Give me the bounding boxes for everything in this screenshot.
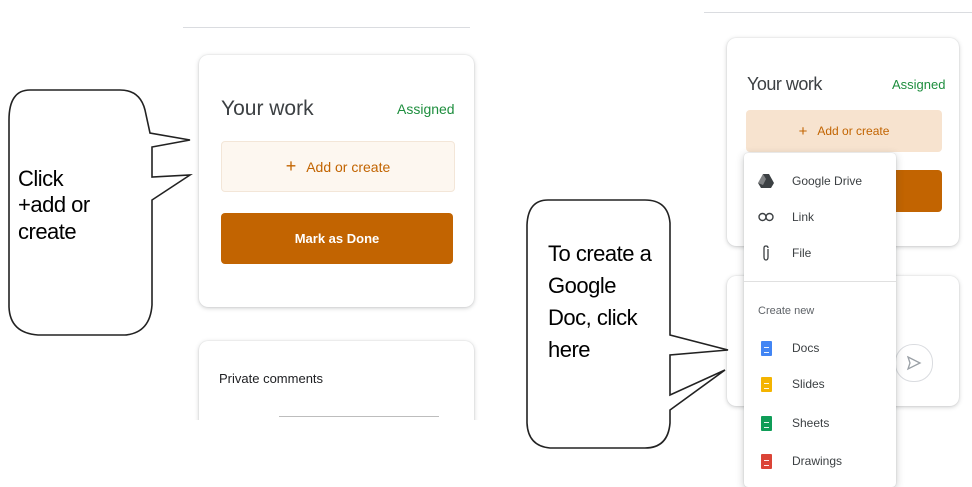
callout-text-right: To create a Google Doc, click here <box>548 241 652 362</box>
menu-item-slides[interactable]: Slides <box>744 366 896 402</box>
menu-item-label: Drawings <box>792 454 843 468</box>
menu-item-label: Google Drive <box>792 174 863 188</box>
add-or-create-label-right: Add or create <box>817 124 890 138</box>
menu-item-sheets[interactable]: Sheets <box>744 405 896 441</box>
sheets-icon <box>758 414 774 432</box>
menu-item-label: Link <box>792 210 815 224</box>
your-work-title-right: Your work <box>747 74 822 94</box>
private-comments-label: Private comments <box>219 371 324 386</box>
menu-item-label: Docs <box>792 341 820 355</box>
status-badge: Assigned <box>397 101 455 117</box>
your-work-title: Your work <box>221 97 314 120</box>
plus-icon: + <box>285 156 297 176</box>
google-drive-icon <box>758 172 774 190</box>
comment-input-line[interactable] <box>279 416 439 417</box>
drawings-icon <box>758 452 774 470</box>
status-badge-right: Assigned <box>892 77 946 92</box>
mark-as-done-label: Mark as Done <box>294 231 380 246</box>
menu-item-label: Slides <box>792 377 825 391</box>
menu-item-drawings[interactable]: Drawings <box>744 443 896 479</box>
menu-item-file[interactable]: File <box>744 235 896 271</box>
send-button[interactable] <box>895 344 933 382</box>
menu-item-label: File <box>792 246 812 260</box>
add-or-create-button-right[interactable]: + Add or create <box>746 110 942 152</box>
add-or-create-button[interactable]: + Add or create <box>221 141 455 192</box>
slides-icon <box>758 375 774 393</box>
callout-text-left: Click +add or create <box>18 166 90 244</box>
add-or-create-label: Add or create <box>306 158 391 175</box>
link-icon <box>758 208 774 226</box>
menu-item-label: Sheets <box>792 416 830 430</box>
mark-as-done-button[interactable]: Mark as Done <box>221 213 453 264</box>
menu-item-google-drive[interactable]: Google Drive <box>744 163 896 199</box>
paperclip-icon <box>758 244 774 262</box>
add-or-create-menu: Google Drive Link File Create new Docs S… <box>744 153 896 487</box>
left-crop-mask <box>190 420 490 487</box>
send-icon <box>906 355 922 371</box>
menu-divider <box>744 281 896 282</box>
menu-item-docs[interactable]: Docs <box>744 330 896 366</box>
your-work-card-left: Your work Assigned + Add or create Mark … <box>199 55 474 307</box>
create-new-heading: Create new <box>758 305 815 317</box>
menu-item-link[interactable]: Link <box>744 199 896 235</box>
top-divider-right <box>704 12 972 13</box>
plus-icon-right: + <box>798 122 808 140</box>
top-divider-left <box>183 27 470 28</box>
docs-icon <box>758 339 774 357</box>
